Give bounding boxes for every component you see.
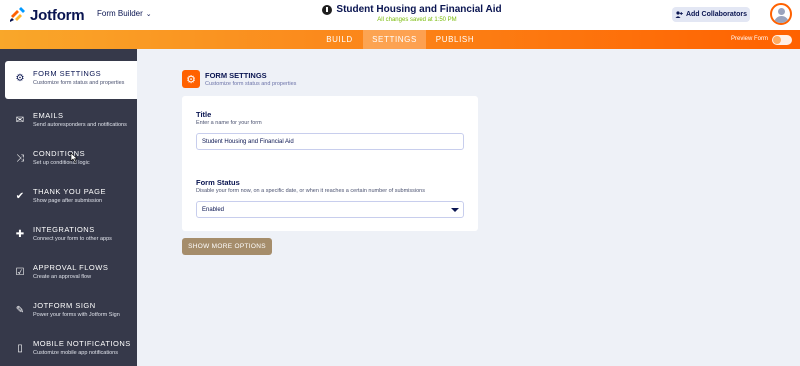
sidebar-item-subtitle: Power your forms with Jotform Sign <box>33 312 120 318</box>
add-user-icon <box>675 10 683 18</box>
sidebar-item-approval-flows[interactable]: ☑ APPROVAL FLOWS Create an approval flow <box>0 255 137 293</box>
shuffle-icon: ⤨ <box>16 153 24 164</box>
section-subtitle: Customize form status and properties <box>205 81 297 87</box>
sidebar-item-title: MOBILE NOTIFICATIONS <box>33 339 131 348</box>
add-collaborators-button[interactable]: Add Collaborators <box>672 7 750 22</box>
preview-form-label: Preview Form <box>731 36 769 42</box>
sidebar-item-subtitle: Connect your form to other apps <box>33 236 112 242</box>
show-more-options-button[interactable]: SHOW MORE OPTIONS <box>182 238 272 255</box>
add-collaborators-label: Add Collaborators <box>685 11 748 18</box>
tab-settings[interactable]: SETTINGS <box>363 30 426 49</box>
mobile-icon: ▯ <box>17 343 23 354</box>
jotform-logo-icon <box>10 7 25 22</box>
form-builder-label: Form Builder <box>97 9 143 18</box>
sidebar-item-title: EMAILS <box>33 111 64 120</box>
sidebar-item-title: THANK YOU PAGE <box>33 187 106 196</box>
gear-icon: ⚙ <box>15 73 25 84</box>
puzzle-icon: ✚ <box>15 229 25 240</box>
tab-build[interactable]: BUILD <box>316 30 363 49</box>
sidebar-item-title: JOTFORM SIGN <box>33 301 96 310</box>
settings-sidebar: ⚙ FORM SETTINGS Customize form status an… <box>0 49 137 366</box>
sidebar-item-subtitle: Customize mobile app notifications <box>33 350 118 356</box>
pen-icon: ✎ <box>15 305 25 316</box>
sidebar-item-form-settings[interactable]: ⚙ FORM SETTINGS Customize form status an… <box>5 61 137 99</box>
user-avatar[interactable] <box>770 3 792 25</box>
sidebar-item-emails[interactable]: ✉ EMAILS Send autoresponders and notific… <box>0 103 137 141</box>
envelope-icon: ✉ <box>15 115 25 126</box>
jotform-logo[interactable]: Jotform <box>8 6 85 24</box>
check-circle-icon: ✔ <box>15 191 25 202</box>
sidebar-item-conditions[interactable]: ⤨ CONDITIONS Set up conditional logic <box>0 141 137 179</box>
form-status-value: Enabled <box>202 206 225 213</box>
title-label: Title <box>196 110 212 119</box>
sidebar-item-subtitle: Send autoresponders and notifications <box>33 122 127 128</box>
sidebar-item-title: FORM SETTINGS <box>33 69 102 78</box>
saved-status: All changes saved at 1:50 PM <box>377 17 457 23</box>
sidebar-item-title: INTEGRATIONS <box>33 225 95 234</box>
sidebar-item-thank-you-page[interactable]: ✔ THANK YOU PAGE Show page after submiss… <box>0 179 137 217</box>
builder-nav: BUILD SETTINGS PUBLISH Preview Form <box>0 30 800 49</box>
mouse-cursor-icon <box>70 153 78 163</box>
sidebar-item-subtitle: Create an approval flow <box>33 274 92 280</box>
sidebar-item-subtitle: Customize form status and properties <box>33 80 125 86</box>
tab-publish[interactable]: PUBLISH <box>426 30 484 49</box>
form-settings-card: Title Enter a name for your form Student… <box>182 96 478 231</box>
form-title[interactable]: Student Housing and Financial Aid <box>336 4 501 15</box>
form-title-icon <box>322 4 333 15</box>
form-builder-dropdown[interactable]: Form Builder ⌄ <box>97 9 152 18</box>
sidebar-item-jotform-sign[interactable]: ✎ JOTFORM SIGN Power your forms with Jot… <box>0 293 137 331</box>
top-header: Jotform Form Builder ⌄ Student Housing a… <box>0 0 800 30</box>
form-status-label: Form Status <box>196 178 240 187</box>
sidebar-item-integrations[interactable]: ✚ INTEGRATIONS Connect your form to othe… <box>0 217 137 255</box>
section-title: FORM SETTINGS <box>205 71 267 80</box>
form-settings-gear-icon: ⚙ <box>182 70 200 88</box>
sidebar-item-mobile-notifications[interactable]: ▯ MOBILE NOTIFICATIONS Customize mobile … <box>0 331 137 366</box>
title-hint: Enter a name for your form <box>196 120 262 126</box>
dropdown-arrow-icon <box>451 208 459 212</box>
chevron-down-icon: ⌄ <box>145 10 152 18</box>
approval-icon: ☑ <box>15 267 25 278</box>
form-title-area: Student Housing and Financial Aid All ch… <box>322 4 502 23</box>
form-title-input[interactable]: Student Housing and Financial Aid <box>196 133 464 150</box>
preview-form-toggle[interactable] <box>772 35 792 45</box>
sidebar-item-subtitle: Show page after submission <box>33 198 103 204</box>
logo-text: Jotform <box>30 6 85 24</box>
form-status-hint: Disable your form now, on a specific dat… <box>196 188 425 194</box>
sidebar-item-subtitle: Set up conditional logic <box>33 160 90 166</box>
form-status-select[interactable]: Enabled <box>196 201 464 218</box>
sidebar-item-title: APPROVAL FLOWS <box>33 263 109 272</box>
